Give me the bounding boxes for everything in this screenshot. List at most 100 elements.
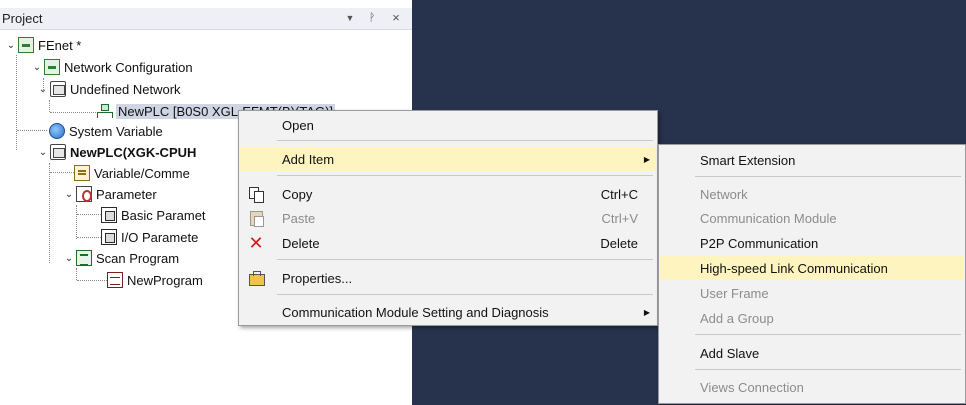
tree-item-label: NewPLC(XGK-CPUH bbox=[70, 144, 197, 160]
panel-header: Project ▼ ᚹ × bbox=[0, 8, 412, 30]
menu-item-label: User Frame bbox=[700, 285, 769, 301]
tree-item-new-program[interactable]: NewProgram bbox=[107, 270, 203, 290]
submenu-item-communication-module[interactable]: Communication Module bbox=[660, 206, 964, 230]
menu-item-label: Network bbox=[700, 186, 748, 202]
paste-icon bbox=[248, 210, 264, 227]
submenu-item-add-slave[interactable]: Add Slave bbox=[660, 341, 964, 365]
properties-icon bbox=[248, 270, 265, 286]
tree-connector bbox=[77, 237, 101, 238]
menu-item-label: Add Slave bbox=[700, 345, 760, 361]
menu-separator bbox=[277, 294, 653, 295]
submenu-item-high-speed-link[interactable]: High-speed Link Communication bbox=[660, 256, 964, 280]
tree-item-basic-parameter[interactable]: Basic Paramet bbox=[101, 205, 206, 225]
chevron-down-icon[interactable]: ⌄ bbox=[62, 189, 76, 200]
menu-item-add-item[interactable]: Add Item ▶ bbox=[240, 147, 656, 171]
io-parameter-icon bbox=[101, 229, 117, 245]
tree-connector bbox=[17, 130, 47, 131]
menu-item-label: Smart Extension bbox=[700, 152, 796, 168]
chevron-down-icon[interactable]: ⌄ bbox=[62, 253, 76, 264]
tree-item-label: Basic Paramet bbox=[121, 207, 206, 223]
menu-item-label: P2P Communication bbox=[700, 235, 819, 251]
tree-item-system-variable[interactable]: System Variable bbox=[49, 121, 163, 141]
parameter-icon bbox=[101, 207, 117, 223]
chevron-down-icon[interactable]: ⌄ bbox=[4, 40, 18, 51]
menu-item-label: Add Item bbox=[282, 151, 335, 167]
tree-item-label: Undefined Network bbox=[70, 81, 181, 97]
chevron-down-icon[interactable]: ⌄ bbox=[30, 62, 44, 73]
globe-icon bbox=[49, 123, 65, 139]
tree-connector bbox=[50, 172, 74, 173]
panel-title: Project bbox=[2, 11, 43, 26]
scan-program-icon bbox=[76, 250, 92, 266]
tree-item-network-configuration[interactable]: ⌄ Network Configuration bbox=[30, 57, 193, 77]
tree-connector bbox=[16, 55, 17, 150]
tree-connector bbox=[49, 163, 50, 263]
tree-item-label: NewProgram bbox=[127, 272, 203, 288]
menu-item-delete[interactable]: ✕ Delete Delete bbox=[240, 231, 656, 255]
tree-item-fenet[interactable]: ⌄ FEnet * bbox=[4, 35, 81, 55]
menu-item-paste[interactable]: Paste Ctrl+V bbox=[240, 206, 656, 230]
tree-connector bbox=[76, 268, 77, 280]
menu-separator bbox=[277, 175, 653, 176]
close-icon[interactable]: × bbox=[388, 10, 404, 26]
submenu-item-views-connection[interactable]: Views Connection bbox=[660, 375, 964, 399]
tree-item-label: Parameter bbox=[96, 186, 157, 202]
menu-item-communication-module-setting[interactable]: Communication Module Setting and Diagnos… bbox=[240, 300, 656, 324]
tree-connector bbox=[77, 280, 107, 281]
menu-item-properties[interactable]: Properties... bbox=[240, 266, 656, 290]
context-menu: Open Add Item ▶ Copy Ctrl+C Paste Ctrl+V… bbox=[238, 110, 658, 326]
copy-icon bbox=[248, 186, 264, 203]
menu-item-open[interactable]: Open bbox=[240, 113, 656, 137]
tree-item-parameter[interactable]: ⌄ Parameter bbox=[62, 184, 157, 204]
menu-separator bbox=[277, 140, 653, 141]
tree-item-label: Scan Program bbox=[96, 250, 180, 266]
submenu-item-network[interactable]: Network bbox=[660, 182, 964, 206]
variable-icon bbox=[74, 165, 90, 181]
program-icon bbox=[107, 272, 123, 288]
submenu-arrow-icon: ▶ bbox=[643, 307, 650, 317]
menu-item-label: High-speed Link Communication bbox=[700, 260, 888, 276]
plc-icon bbox=[50, 144, 66, 160]
tree-item-label: Variable/Comme bbox=[94, 165, 190, 181]
tree-connector bbox=[76, 205, 77, 239]
submenu-item-user-frame[interactable]: User Frame bbox=[660, 281, 964, 305]
tree-item-label: I/O Paramete bbox=[121, 229, 199, 245]
network-node-icon bbox=[96, 103, 113, 119]
submenu-item-p2p-communication[interactable]: P2P Communication bbox=[660, 231, 964, 255]
menu-item-shortcut: Ctrl+V bbox=[601, 210, 638, 226]
tree-item-label: FEnet * bbox=[38, 37, 82, 53]
tree-item-undefined-network[interactable]: ⌄ Undefined Network bbox=[36, 79, 181, 99]
tree-item-io-parameter[interactable]: I/O Paramete bbox=[101, 227, 198, 247]
submenu-item-smart-extension[interactable]: Smart Extension bbox=[660, 148, 964, 172]
menu-separator bbox=[277, 259, 653, 260]
tree-connector bbox=[50, 112, 96, 113]
panel-dropdown-icon[interactable]: ▼ bbox=[342, 10, 358, 26]
delete-icon: ✕ bbox=[248, 233, 264, 253]
network-icon bbox=[18, 37, 34, 53]
menu-item-label: Paste bbox=[282, 210, 316, 226]
menu-separator bbox=[695, 369, 961, 370]
submenu-item-add-a-group[interactable]: Add a Group bbox=[660, 306, 964, 330]
pin-icon[interactable]: ᚹ bbox=[364, 10, 380, 26]
menu-item-label: Copy bbox=[282, 186, 313, 202]
menu-separator bbox=[695, 334, 961, 335]
menu-item-label: Properties... bbox=[282, 270, 353, 286]
tree-item-newplc-cpu[interactable]: ⌄ NewPLC(XGK-CPUH bbox=[36, 142, 196, 162]
menu-item-shortcut: Delete bbox=[600, 235, 638, 251]
chevron-down-icon[interactable]: ⌄ bbox=[36, 84, 50, 95]
submenu-arrow-icon: ▶ bbox=[643, 154, 650, 164]
menu-separator bbox=[695, 176, 961, 177]
menu-item-copy[interactable]: Copy Ctrl+C bbox=[240, 182, 656, 206]
add-item-submenu: Smart Extension Network Communication Mo… bbox=[658, 144, 966, 404]
tree-item-variable-comment[interactable]: Variable/Comme bbox=[74, 163, 190, 183]
plc-icon bbox=[50, 81, 66, 97]
menu-item-label: Add a Group bbox=[700, 310, 774, 326]
chevron-down-icon[interactable]: ⌄ bbox=[36, 147, 50, 158]
menu-item-label: Communication Module bbox=[700, 210, 837, 226]
tree-connector bbox=[49, 100, 50, 112]
network-icon bbox=[44, 59, 60, 75]
tree-item-label: System Variable bbox=[69, 123, 163, 139]
tree-item-scan-program[interactable]: ⌄ Scan Program bbox=[62, 248, 179, 268]
menu-item-shortcut: Ctrl+C bbox=[600, 186, 638, 202]
tree-connector bbox=[77, 214, 101, 215]
